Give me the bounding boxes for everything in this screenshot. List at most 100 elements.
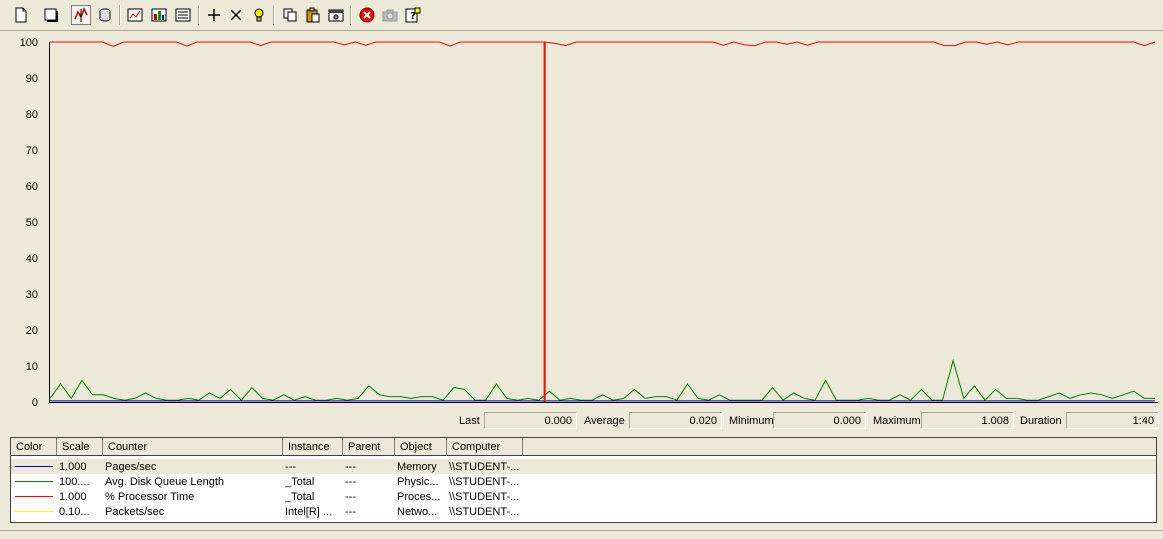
legend-cell-computer: \\STUDENT-...	[449, 461, 520, 473]
column-header-computer[interactable]: Computer	[447, 438, 523, 455]
column-header-object[interactable]: Object	[395, 438, 447, 455]
series-line	[49, 358, 1155, 401]
freeze-display-button[interactable]	[357, 5, 377, 25]
legend-cell-scale: 1.000	[59, 491, 87, 503]
new-counter-set-button[interactable]	[11, 5, 31, 25]
paste-icon	[306, 7, 320, 23]
legend-row[interactable]: 1.000 % Processor Time _Total --- Proces... \…	[11, 489, 1156, 504]
legend-cell-object: Memory	[397, 461, 437, 473]
statistics-bar: Last 0.000 Average 0.020 Minimum 0.000 M…	[0, 408, 1163, 432]
average-value: 0.020	[629, 412, 722, 429]
y-tick-label: 80	[26, 109, 38, 121]
legend-cell-counter: Packets/sec	[105, 506, 165, 518]
legend-cell-parent: ---	[345, 476, 356, 488]
duration-label: Duration	[1020, 415, 1062, 427]
toolbar: ?	[0, 0, 1163, 31]
view-graph-button[interactable]	[125, 5, 145, 25]
legend-cell-computer: \\STUDENT-...	[449, 491, 520, 503]
y-tick-label: 100	[20, 37, 38, 49]
y-tick-label: 50	[26, 217, 38, 229]
stop-icon	[359, 7, 375, 23]
legend-cell-scale: 0.10...	[59, 506, 90, 518]
legend-cell-instance: _Total	[285, 491, 315, 503]
view-histogram-button[interactable]	[149, 5, 169, 25]
clear-display-icon	[44, 8, 58, 22]
help-icon: ?	[405, 7, 421, 23]
legend-cell-scale: 1.000	[59, 461, 87, 473]
legend-row[interactable]: 0.10... Packets/sec Intel[R] ... --- Netwo..…	[11, 504, 1156, 519]
new-document-icon	[15, 7, 27, 23]
legend-cell-scale: 100....	[59, 476, 90, 488]
y-tick-label: 60	[26, 181, 38, 193]
delete-button[interactable]	[226, 5, 246, 25]
legend-cell-instance: ---	[285, 461, 296, 473]
chart-icon	[127, 8, 143, 22]
color-swatch	[15, 496, 53, 497]
color-swatch	[15, 511, 53, 512]
column-header-counter[interactable]: Counter	[103, 438, 283, 455]
color-swatch	[15, 466, 53, 467]
add-button[interactable]	[204, 5, 224, 25]
view-current-activity-button[interactable]	[71, 5, 91, 25]
legend-cell-parent: ---	[345, 491, 356, 503]
maximum-value: 1.008	[921, 412, 1014, 429]
y-tick-label: 20	[26, 325, 38, 337]
legend-cell-instance: _Total	[285, 476, 315, 488]
y-tick-label: 40	[26, 253, 38, 265]
clear-display-button[interactable]	[41, 5, 61, 25]
legend-row[interactable]: 100.... Avg. Disk Queue Length _Total --- Ph…	[11, 474, 1156, 489]
average-label: Average	[584, 415, 625, 427]
y-tick-label: 70	[26, 145, 38, 157]
legend-row[interactable]: 1.000 Pages/sec --- --- Memory \\STUDENT-...	[11, 459, 1156, 474]
performance-chart: 1009080706050403020100	[20, 37, 1158, 406]
last-label: Last	[459, 415, 480, 427]
legend-cell-counter: Avg. Disk Queue Length	[105, 476, 225, 488]
x-icon	[230, 9, 242, 21]
help-button[interactable]: ?	[403, 5, 423, 25]
legend-cell-counter: Pages/sec	[105, 461, 157, 473]
legend-cell-parent: ---	[345, 461, 356, 473]
legend-header: Color Scale Counter Instance Parent Obje…	[11, 438, 1156, 456]
toolbar-separator	[350, 5, 352, 25]
legend-cell-object: Netwo...	[397, 506, 438, 518]
update-data-button[interactable]	[380, 5, 400, 25]
legend-cell-instance: Intel[R] ...	[285, 506, 333, 518]
color-swatch	[15, 481, 53, 482]
copy-icon	[283, 8, 297, 22]
legend-cell-object: Proces...	[397, 491, 441, 503]
toolbar-separator	[119, 5, 121, 25]
properties-icon	[328, 9, 344, 22]
legend-cell-computer: \\STUDENT-...	[449, 476, 520, 488]
minimum-value: 0.000	[773, 412, 866, 429]
report-icon	[175, 8, 191, 22]
highlight-button[interactable]	[249, 5, 269, 25]
legend-cell-counter: % Processor Time	[105, 491, 195, 503]
y-tick-label: 30	[26, 289, 38, 301]
view-log-data-button[interactable]	[95, 5, 115, 25]
y-tick-label: 90	[26, 73, 38, 85]
column-header-parent[interactable]: Parent	[343, 438, 395, 455]
column-header-scale[interactable]: Scale	[57, 438, 103, 455]
maximum-label: Maximum	[873, 415, 921, 427]
legend-cell-object: Physic...	[397, 476, 439, 488]
legend-cell-parent: ---	[345, 506, 356, 518]
y-tick-label: 10	[26, 361, 38, 373]
toolbar-separator	[198, 5, 200, 25]
column-header-instance[interactable]: Instance	[283, 438, 343, 455]
duration-value: 1:40	[1066, 412, 1159, 429]
toolbar-separator	[273, 5, 275, 25]
column-header-color[interactable]: Color	[11, 438, 57, 455]
lightbulb-icon	[254, 8, 264, 22]
plus-icon	[208, 9, 220, 21]
last-value: 0.000	[484, 412, 577, 429]
properties-button[interactable]	[326, 5, 346, 25]
minimum-label: Minimum	[729, 415, 774, 427]
copy-properties-button[interactable]	[280, 5, 300, 25]
histogram-icon	[151, 8, 167, 22]
counter-legend[interactable]: Color Scale Counter Instance Parent Obje…	[10, 437, 1157, 523]
view-report-button[interactable]	[173, 5, 193, 25]
y-tick-label: 0	[32, 397, 38, 406]
paste-counter-list-button[interactable]	[303, 5, 323, 25]
legend-cell-computer: \\STUDENT-...	[449, 506, 520, 518]
series-line	[50, 41, 1156, 47]
